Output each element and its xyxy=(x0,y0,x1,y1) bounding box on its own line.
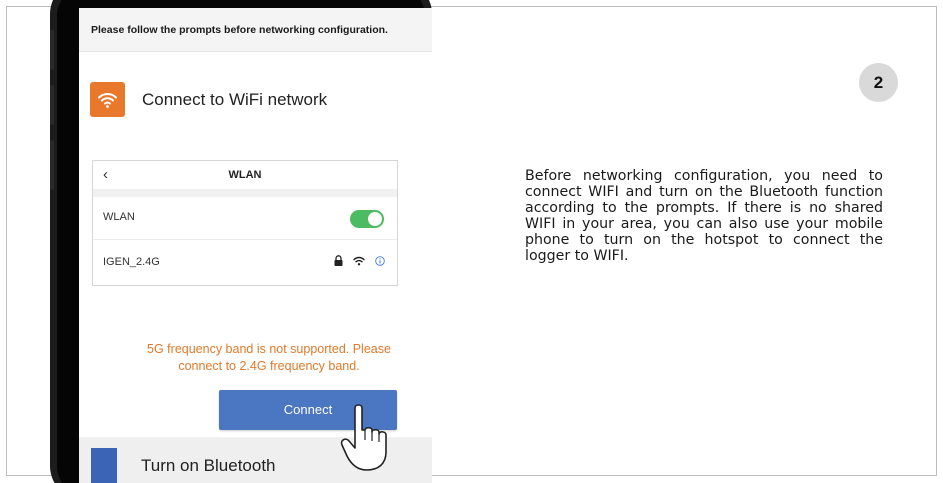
warning-line: 5G frequency band is not supported. Plea… xyxy=(147,342,391,356)
warning-line: connect to 2.4G frequency band. xyxy=(178,359,360,373)
phone-screen: Please follow the prompts before network… xyxy=(79,8,432,483)
phone-side-button xyxy=(50,85,54,125)
bluetooth-icon xyxy=(91,448,117,483)
prompt-bar: Please follow the prompts before network… xyxy=(79,8,432,52)
wlan-toggle-row: WLAN xyxy=(93,197,397,240)
prompt-text: Please follow the prompts before network… xyxy=(91,24,388,36)
network-row[interactable]: IGEN_2.4G xyxy=(93,239,397,285)
wlan-header: ‹ WLAN xyxy=(93,161,397,189)
network-status-icons xyxy=(334,255,385,266)
phone-mockup: Please follow the prompts before network… xyxy=(50,0,432,483)
lock-icon xyxy=(334,255,343,266)
wlan-toggle-label: WLAN xyxy=(103,211,135,223)
wifi-icon xyxy=(90,82,125,117)
phone-side-button xyxy=(50,140,54,190)
divider xyxy=(93,189,397,197)
next-step-title: Turn on Bluetooth xyxy=(141,456,276,475)
wifi-signal-icon xyxy=(353,256,365,265)
toggle-knob xyxy=(368,212,382,226)
network-ssid: IGEN_2.4G xyxy=(103,256,160,268)
pointing-hand-icon xyxy=(340,404,387,471)
frequency-warning: 5G frequency band is not supported. Plea… xyxy=(89,341,432,375)
step-description: Before networking configuration, you nee… xyxy=(525,168,883,264)
step-title: Connect to WiFi network xyxy=(142,90,328,109)
step-number-badge: 2 xyxy=(859,63,898,102)
wlan-toggle-switch[interactable] xyxy=(350,210,384,228)
phone-side-button xyxy=(50,30,54,70)
wlan-settings-screenshot: ‹ WLAN WLAN IGEN_2.4G xyxy=(92,160,398,286)
wlan-title: WLAN xyxy=(228,169,262,181)
step-card: Connect to WiFi network ‹ WLAN WLAN IGEN… xyxy=(79,52,432,437)
info-icon[interactable] xyxy=(375,255,385,266)
